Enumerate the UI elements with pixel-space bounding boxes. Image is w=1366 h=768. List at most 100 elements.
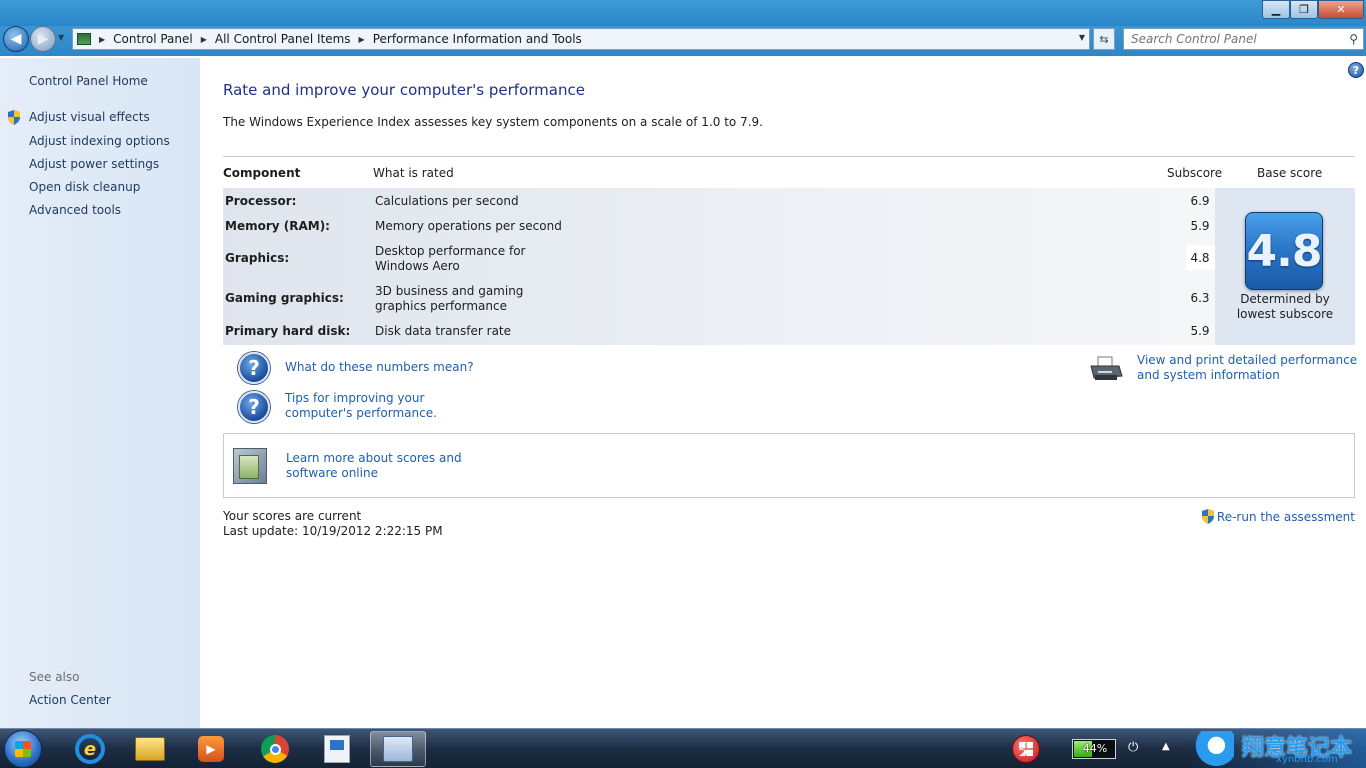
search-box[interactable]: ⚲ [1123, 28, 1364, 50]
uac-shield-icon [8, 110, 20, 125]
breadcrumb-all-items[interactable]: All Control Panel Items [215, 32, 351, 46]
row-what-is-rated: Disk data transfer rate [375, 324, 512, 338]
tips-link[interactable]: Tips for improving your computer's perfo… [285, 391, 495, 421]
header-what-is-rated: What is rated [373, 166, 454, 180]
last-update: Last update: 10/19/2012 2:22:15 PM [223, 524, 443, 538]
refresh-icon: ⇆ [1099, 32, 1109, 46]
header-base-score: Base score [1257, 166, 1323, 180]
row-component: Memory (RAM): [225, 219, 330, 233]
learn-more-box: Learn more about scores and software onl… [223, 433, 1355, 498]
base-score-value: 4.8 [1246, 225, 1323, 277]
row-subscore: 6.9 [1190, 194, 1210, 208]
rerun-assessment-button[interactable]: Re-run the assessment [1201, 509, 1355, 524]
start-button[interactable] [4, 730, 42, 768]
taskbar-app[interactable] [309, 731, 365, 767]
watermark-bird-icon [1190, 731, 1234, 767]
rerun-assessment-link[interactable]: Re-run the assessment [1217, 510, 1355, 524]
power-plug-icon[interactable]: ⏻ [1128, 740, 1144, 756]
see-also-heading: See also [29, 670, 80, 684]
media-player-icon: ▶ [198, 736, 224, 762]
search-icon[interactable]: ⚲ [1349, 32, 1358, 46]
search-input[interactable] [1131, 32, 1331, 46]
software-box-icon [233, 448, 267, 484]
main-content: ? Rate and improve your computer's perfo… [200, 58, 1366, 728]
address-bar[interactable]: ▶ Control Panel ▶ All Control Panel Item… [72, 28, 1090, 50]
header-component: Component [223, 166, 301, 180]
breadcrumb-chevron-icon[interactable]: ▶ [201, 35, 207, 44]
row-component: Gaming graphics: [225, 291, 344, 305]
row-subscore: 5.9 [1190, 324, 1210, 338]
uac-shield-icon [1201, 509, 1214, 524]
back-arrow-icon: ◀ [10, 31, 22, 47]
row-what-is-rated: Memory operations per second [375, 219, 562, 233]
row-what-is-rated: Calculations per second [375, 194, 519, 208]
sidebar-action-center[interactable]: Action Center [29, 693, 111, 707]
printer-icon [1090, 356, 1123, 380]
show-hidden-icons-icon[interactable]: ▲ [1162, 741, 1170, 752]
address-dropdown-icon[interactable]: ▼ [1079, 33, 1085, 42]
taskbar: e ▶ 44% ⏻ ▲ 翔意笔记本 xynbnb.com [0, 728, 1366, 768]
window-controls: ▁ ❐ ✕ [1262, 0, 1364, 19]
page-title: Rate and improve your computer's perform… [223, 81, 585, 99]
header-subscore: Subscore [1167, 166, 1223, 180]
row-component: Graphics: [225, 251, 290, 265]
score-table-body: Processor: Calculations per second 6.9 M… [223, 188, 1355, 345]
back-button[interactable]: ◀ [3, 26, 29, 52]
row-what-is-rated: Desktop performance for Windows Aero [375, 244, 526, 273]
sidebar-control-panel-home[interactable]: Control Panel Home [29, 74, 148, 88]
score-table: Component What is rated Subscore Base sc… [223, 156, 1355, 345]
control-panel-icon [383, 736, 413, 762]
battery-percent: 44% [1082, 742, 1108, 755]
learn-more-link[interactable]: Learn more about scores and software onl… [286, 451, 506, 481]
row-subscore: 4.8 [1190, 251, 1210, 265]
row-what-is-rated: 3D business and gaming graphics performa… [375, 284, 524, 313]
battery-indicator[interactable]: 44% [1072, 739, 1116, 759]
print-details-link[interactable]: View and print detailed performance and … [1137, 353, 1359, 383]
windows-logo-icon [15, 741, 31, 757]
scores-status: Your scores are current [223, 509, 362, 523]
taskbar-internet-explorer[interactable]: e [62, 731, 118, 767]
taskbar-chrome[interactable] [247, 731, 303, 767]
control-panel-icon [77, 33, 91, 45]
tray-app-icon[interactable] [1012, 735, 1040, 763]
maximize-button[interactable]: ❐ [1290, 0, 1318, 19]
sidebar-open-disk-cleanup[interactable]: Open disk cleanup [29, 180, 140, 194]
intro-text: The Windows Experience Index assesses ke… [223, 115, 763, 129]
question-icon: ? [238, 391, 270, 423]
watermark-logo: 翔意笔记本 xynbnb.com [1186, 729, 1366, 768]
breadcrumb-chevron-icon[interactable]: ▶ [99, 35, 105, 44]
sidebar-adjust-indexing-options[interactable]: Adjust indexing options [29, 134, 170, 148]
taskbar-file-explorer[interactable] [122, 731, 178, 767]
internet-explorer-icon: e [75, 734, 105, 764]
help-icon[interactable]: ? [1348, 62, 1364, 78]
app-icon [324, 735, 350, 763]
taskbar-media-player[interactable]: ▶ [183, 731, 239, 767]
breadcrumb-chevron-icon[interactable]: ▶ [359, 35, 365, 44]
question-icon: ? [238, 352, 270, 384]
chrome-icon [261, 735, 289, 763]
base-score-badge: 4.8 [1245, 212, 1323, 290]
numbers-meaning-link[interactable]: What do these numbers mean? [285, 360, 474, 374]
sidebar-adjust-visual-effects[interactable]: Adjust visual effects [29, 110, 150, 124]
breadcrumb-control-panel[interactable]: Control Panel [113, 32, 193, 46]
recent-pages-dropdown-icon[interactable]: ▼ [58, 33, 64, 42]
forward-arrow-icon: ▶ [37, 31, 49, 47]
watermark-url: xynbnb.com [1276, 754, 1338, 765]
title-bar: ▁ ❐ ✕ [0, 0, 1366, 26]
sidebar-advanced-tools[interactable]: Advanced tools [29, 203, 121, 217]
row-subscore: 6.3 [1190, 291, 1210, 305]
forward-button[interactable]: ▶ [30, 26, 56, 52]
taskbar-control-panel[interactable] [370, 731, 426, 767]
minimize-button[interactable]: ▁ [1262, 0, 1290, 19]
breadcrumb-performance[interactable]: Performance Information and Tools [373, 32, 582, 46]
row-component: Primary hard disk: [225, 324, 351, 338]
sidebar: Control Panel Home Adjust visual effects… [0, 58, 200, 728]
row-component: Processor: [225, 194, 297, 208]
refresh-button[interactable]: ⇆ [1093, 28, 1115, 50]
close-button[interactable]: ✕ [1318, 0, 1364, 19]
base-score-note: Determined by lowest subscore [1236, 292, 1334, 321]
folder-icon [135, 737, 165, 761]
sidebar-adjust-power-settings[interactable]: Adjust power settings [29, 157, 159, 171]
row-subscore: 5.9 [1190, 219, 1210, 233]
navigation-bar: ◀ ▶ ▼ ▶ Control Panel ▶ All Control Pane… [0, 26, 1366, 56]
